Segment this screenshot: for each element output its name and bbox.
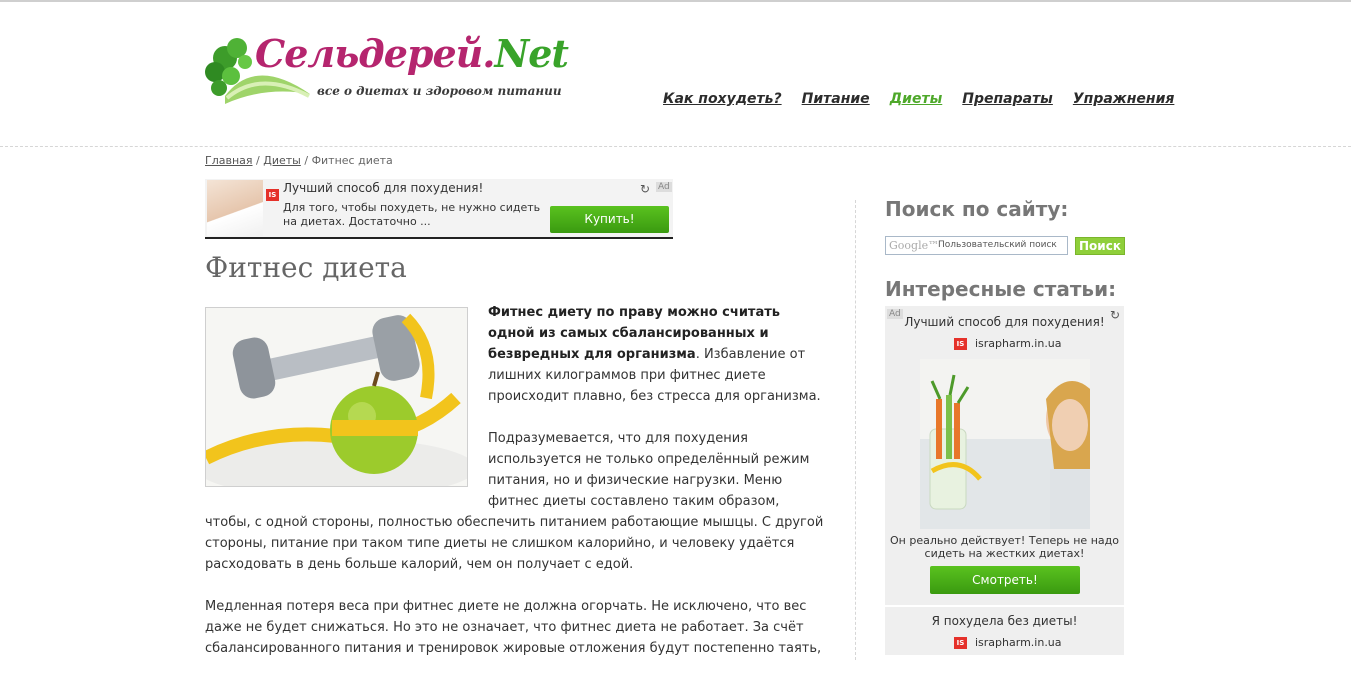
ad-photo[interactable] xyxy=(920,359,1090,529)
breadcrumb-home[interactable]: Главная xyxy=(205,154,253,167)
ad-watch-button[interactable]: Смотреть! xyxy=(930,566,1080,594)
breadcrumb-current: Фитнес диета xyxy=(311,154,393,167)
column-divider xyxy=(855,200,856,660)
logo-tagline: все о диетах и здоровом питании xyxy=(317,84,562,98)
ad-body-text: Для того, чтобы похудеть, не нужно сидет… xyxy=(283,201,541,228)
ad-separator xyxy=(885,605,1124,607)
nav-item-preparations[interactable]: Препараты xyxy=(962,91,1053,107)
search-input[interactable]: Google™ Пользовательский поиск xyxy=(885,236,1068,255)
page-title: Фитнес диета xyxy=(205,251,407,284)
advertiser-logo-icon: IS xyxy=(954,637,967,649)
ad-buy-button[interactable]: Купить! xyxy=(550,206,669,233)
site-logo[interactable]: Сельдерей.Net все о диетах и здоровом пи… xyxy=(205,30,569,110)
header-divider xyxy=(0,146,1351,147)
breadcrumb: Главная / Диеты / Фитнес диета xyxy=(205,154,393,167)
top-border xyxy=(0,0,1351,2)
breadcrumb-separator: / xyxy=(304,154,309,167)
ad-banner-top[interactable]: IS Лучший способ для похудения! Для того… xyxy=(205,179,673,239)
search-placeholder: Пользовательский поиск xyxy=(938,240,1057,250)
google-logo-icon: Google™ xyxy=(889,239,940,252)
article-paragraph: Медленная потеря веса при фитнес диете н… xyxy=(205,599,822,656)
ad-banner-side[interactable]: Ad ↻ Лучший способ для похудения! IS isra… xyxy=(885,306,1124,655)
advertiser-logo-icon: IS xyxy=(266,182,279,201)
ad-body-text: Он реально действует! Теперь не надо сид… xyxy=(890,534,1119,560)
ad-headline[interactable]: Лучший способ для похудения! xyxy=(283,181,483,195)
breadcrumb-separator: / xyxy=(256,154,260,167)
search-button[interactable]: Поиск xyxy=(1075,237,1125,255)
ad-choices-icon[interactable]: Ad xyxy=(656,182,672,192)
articles-heading: Интересные статьи: xyxy=(885,277,1117,301)
nav-item-nutrition[interactable]: Питание xyxy=(802,91,870,107)
ad-domain-2[interactable]: IS israpharm.in.ua xyxy=(954,636,1062,649)
nav-item-diets[interactable]: Диеты xyxy=(890,91,943,107)
image-spacer xyxy=(205,302,488,502)
ad-headline[interactable]: Лучший способ для похудения! xyxy=(885,315,1124,329)
article-body: Фитнес диету по праву можно считать одно… xyxy=(205,302,827,680)
refresh-icon[interactable]: ↻ xyxy=(640,182,650,196)
ad-thumbnail xyxy=(207,180,263,236)
woman-vegetables-illustration xyxy=(920,359,1090,529)
nav-item-exercises[interactable]: Упражнения xyxy=(1073,91,1175,107)
advertiser-logo-icon: IS xyxy=(954,338,967,350)
ad-headline-2[interactable]: Я похудела без диеты! xyxy=(885,614,1124,628)
main-nav: Как похудеть? Питание Диеты Препараты Уп… xyxy=(663,91,1174,107)
search-heading: Поиск по сайту: xyxy=(885,197,1069,221)
ad-domain[interactable]: IS israpharm.in.ua xyxy=(954,337,1062,350)
breadcrumb-diets[interactable]: Диеты xyxy=(263,154,301,167)
logo-title: Сельдерей.Net xyxy=(255,31,569,76)
nav-item-how-to-lose-weight[interactable]: Как похудеть? xyxy=(663,91,782,107)
